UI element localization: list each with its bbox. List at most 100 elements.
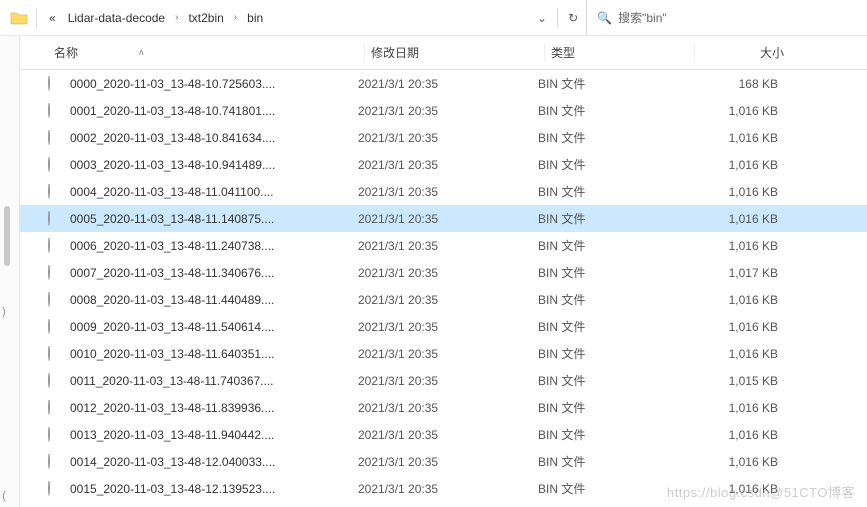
nav-glyph: ) xyxy=(2,304,6,318)
chevron-right-icon[interactable]: › xyxy=(173,12,180,23)
file-type-cell: BIN 文件 xyxy=(538,453,688,470)
file-type-cell: BIN 文件 xyxy=(538,210,688,227)
file-name-text: 0009_2020-11-03_13-48-11.540614.... xyxy=(70,320,274,334)
file-name-cell: 0004_2020-11-03_13-48-11.041100.... xyxy=(48,184,358,200)
file-date-cell: 2021/3/1 20:35 xyxy=(358,131,538,145)
file-size-cell: 1,016 KB xyxy=(688,320,798,334)
file-size-cell: 1,017 KB xyxy=(688,266,798,280)
file-type-cell: BIN 文件 xyxy=(538,399,688,416)
file-date-cell: 2021/3/1 20:35 xyxy=(358,293,538,307)
file-type-cell: BIN 文件 xyxy=(538,318,688,335)
file-name-cell: 0015_2020-11-03_13-48-12.139523.... xyxy=(48,481,358,497)
disc-icon xyxy=(48,157,64,173)
disc-icon xyxy=(48,103,64,119)
file-date-cell: 2021/3/1 20:35 xyxy=(358,158,538,172)
separator xyxy=(557,8,558,28)
file-size-cell: 1,016 KB xyxy=(688,131,798,145)
table-row[interactable]: 0001_2020-11-03_13-48-10.741801....2021/… xyxy=(20,97,867,124)
breadcrumb-part-0[interactable]: Lidar-data-decode xyxy=(64,9,169,27)
refresh-icon[interactable]: ↻ xyxy=(560,11,586,25)
table-row[interactable]: 0003_2020-11-03_13-48-10.941489.... 2021/… xyxy=(20,151,867,178)
separator xyxy=(36,8,37,28)
table-row[interactable]: 0008_2020-11-03_13-48-11.440489.... 2021/… xyxy=(20,286,867,313)
file-date-cell: 2021/3/1 20:35 xyxy=(358,428,538,442)
search-icon: 🔍 xyxy=(597,11,612,25)
file-name-cell: 0007_2020-11-03_13-48-11.340676.... xyxy=(48,265,358,281)
file-name-text: 0008_2020-11-03_13-48-11.440489.... xyxy=(70,293,274,307)
file-name-text: 0011_2020-11-03_13-48-11.740367.... xyxy=(70,374,274,388)
breadcrumb-overflow[interactable]: « xyxy=(45,9,60,27)
file-rows: 0000_2020-11-03_13-48-10.725603.... 2021/… xyxy=(20,70,867,502)
file-size-cell: 1,016 KB xyxy=(688,185,798,199)
file-type-cell: BIN 文件 xyxy=(538,480,688,497)
file-date-cell: 2021/3/1 20:35 xyxy=(358,239,538,253)
disc-icon xyxy=(48,130,64,146)
table-row[interactable]: 0012_2020-11-03_13-48-11.839936....2021/… xyxy=(20,394,867,421)
file-name-cell: 0000_2020-11-03_13-48-10.725603.... xyxy=(48,76,358,92)
disc-icon xyxy=(48,373,64,389)
file-name-cell: 0003_2020-11-03_13-48-10.941489.... xyxy=(48,157,358,173)
table-row[interactable]: 0013_2020-11-03_13-48-11.940442....2021/… xyxy=(20,421,867,448)
file-name-text: 0004_2020-11-03_13-48-11.041100.... xyxy=(70,185,274,199)
folder-icon[interactable] xyxy=(10,9,28,27)
breadcrumb-part-2[interactable]: bin xyxy=(243,9,267,27)
file-type-cell: BIN 文件 xyxy=(538,345,688,362)
file-name-text: 0014_2020-11-03_13-48-12.040033.... xyxy=(70,455,275,469)
file-name-cell: 0006_2020-11-03_13-48-11.240738.... xyxy=(48,238,358,254)
file-date-cell: 2021/3/1 20:35 xyxy=(358,482,538,496)
column-header-date[interactable]: 修改日期 xyxy=(364,44,544,61)
column-header-type[interactable]: 类型 xyxy=(544,44,694,61)
file-name-text: 0015_2020-11-03_13-48-12.139523.... xyxy=(70,482,275,496)
file-size-cell: 1,016 KB xyxy=(688,482,798,496)
table-row[interactable]: 0007_2020-11-03_13-48-11.340676....2021/… xyxy=(20,259,867,286)
breadcrumb-part-1[interactable]: txt2bin xyxy=(184,9,227,27)
file-size-cell: 1,016 KB xyxy=(688,428,798,442)
file-name-text: 0002_2020-11-03_13-48-10.841634.... xyxy=(70,131,275,145)
file-size-cell: 168 KB xyxy=(688,77,798,91)
column-header-size[interactable]: 大小 xyxy=(694,44,804,61)
file-type-cell: BIN 文件 xyxy=(538,264,688,281)
table-row[interactable]: 0002_2020-11-03_13-48-10.841634.... 2021/… xyxy=(20,124,867,151)
file-date-cell: 2021/3/1 20:35 xyxy=(358,185,538,199)
file-name-cell: 0001_2020-11-03_13-48-10.741801.... xyxy=(48,103,358,119)
disc-icon xyxy=(48,292,64,308)
file-name-text: 0010_2020-11-03_13-48-11.640351.... xyxy=(70,347,274,361)
scrollbar-thumb[interactable] xyxy=(4,206,10,266)
nav-pane[interactable]: ) ( xyxy=(0,36,20,507)
table-row[interactable]: 0009_2020-11-03_13-48-11.540614....2021/… xyxy=(20,313,867,340)
disc-icon xyxy=(48,454,64,470)
file-name-cell: 0011_2020-11-03_13-48-11.740367.... xyxy=(48,373,358,389)
table-row[interactable]: 0014_2020-11-03_13-48-12.040033....2021/… xyxy=(20,448,867,475)
disc-icon xyxy=(48,238,64,254)
file-type-cell: BIN 文件 xyxy=(538,183,688,200)
table-row[interactable]: 0004_2020-11-03_13-48-11.041100.... 2021/… xyxy=(20,178,867,205)
table-row[interactable]: 0006_2020-11-03_13-48-11.240738....2021/… xyxy=(20,232,867,259)
file-type-cell: BIN 文件 xyxy=(538,291,688,308)
file-list: 名称 ∧ 修改日期 类型 大小 0000_2020-11-03_13-48-10… xyxy=(20,36,867,507)
file-name-cell: 0014_2020-11-03_13-48-12.040033.... xyxy=(48,454,358,470)
table-row[interactable]: 0005_2020-11-03_13-48-11.140875....2021/… xyxy=(20,205,867,232)
file-name-cell: 0010_2020-11-03_13-48-11.640351.... xyxy=(48,346,358,362)
file-name-text: 0003_2020-11-03_13-48-10.941489.... xyxy=(70,158,275,172)
column-header-name[interactable]: 名称 ∧ xyxy=(48,44,364,61)
table-row[interactable]: 0000_2020-11-03_13-48-10.725603....2021/… xyxy=(20,70,867,97)
file-date-cell: 2021/3/1 20:35 xyxy=(358,347,538,361)
table-row[interactable]: 0015_2020-11-03_13-48-12.139523.... 2021/… xyxy=(20,475,867,502)
history-dropdown-icon[interactable]: ⌄ xyxy=(529,11,555,25)
disc-icon xyxy=(48,400,64,416)
column-headers: 名称 ∧ 修改日期 类型 大小 xyxy=(20,36,867,70)
chevron-right-icon[interactable]: › xyxy=(232,12,239,23)
search-input[interactable]: 🔍 搜索"bin" xyxy=(586,0,863,35)
file-name-text: 0012_2020-11-03_13-48-11.839936.... xyxy=(70,401,274,415)
table-row[interactable]: 0011_2020-11-03_13-48-11.740367....2021/… xyxy=(20,367,867,394)
file-size-cell: 1,016 KB xyxy=(688,104,798,118)
disc-icon xyxy=(48,76,64,92)
file-size-cell: 1,016 KB xyxy=(688,239,798,253)
table-row[interactable]: 0010_2020-11-03_13-48-11.640351.... 2021/… xyxy=(20,340,867,367)
file-size-cell: 1,016 KB xyxy=(688,212,798,226)
file-size-cell: 1,016 KB xyxy=(688,158,798,172)
disc-icon xyxy=(48,481,64,497)
file-name-cell: 0013_2020-11-03_13-48-11.940442.... xyxy=(48,427,358,443)
file-name-text: 0007_2020-11-03_13-48-11.340676.... xyxy=(70,266,274,280)
file-name-text: 0001_2020-11-03_13-48-10.741801.... xyxy=(70,104,275,118)
